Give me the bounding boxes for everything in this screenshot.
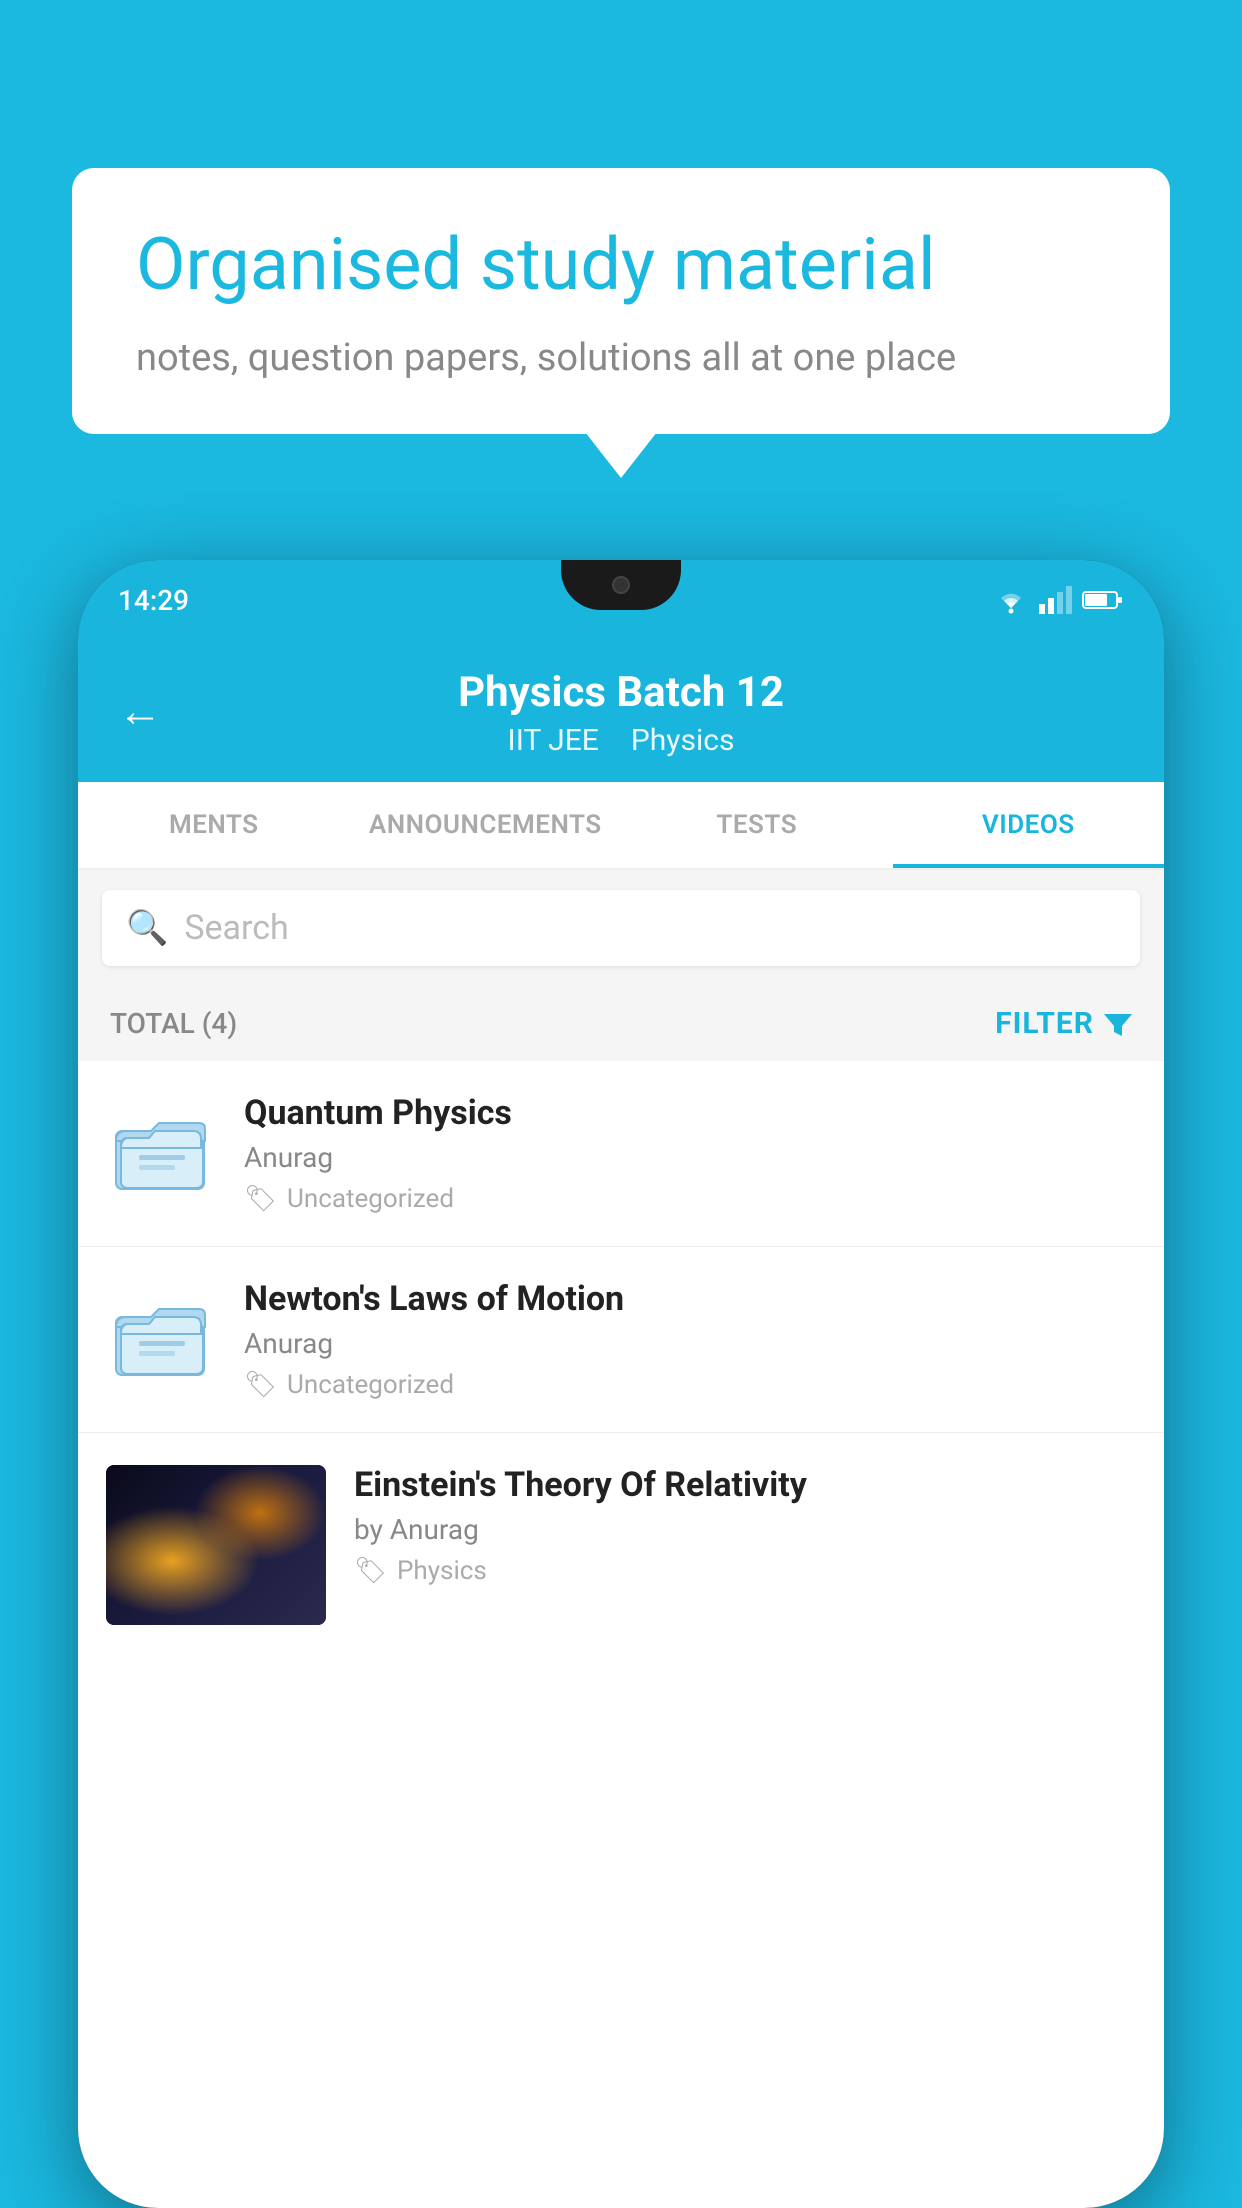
list-item[interactable]: Newton's Laws of Motion Anurag 🏷 Uncateg… bbox=[78, 1247, 1164, 1433]
status-time: 14:29 bbox=[118, 584, 189, 617]
filter-label: FILTER bbox=[995, 1006, 1094, 1041]
tag-label-3: Physics bbox=[397, 1556, 487, 1586]
video-tag-3: 🏷 Physics bbox=[354, 1556, 1136, 1586]
camera-dot bbox=[612, 576, 630, 594]
batch-subtitle-part2: Physics bbox=[631, 723, 735, 758]
batch-subtitle: IIT JEE Physics bbox=[508, 723, 735, 758]
filter-button[interactable]: FILTER bbox=[995, 1006, 1132, 1041]
video-thumbnail-3 bbox=[106, 1465, 326, 1625]
video-info-1: Quantum Physics Anurag 🏷 Uncategorized bbox=[244, 1093, 1136, 1214]
speech-bubble-subtitle: notes, question papers, solutions all at… bbox=[136, 336, 1106, 380]
video-author-2: Anurag bbox=[244, 1327, 1136, 1360]
app-header: ← Physics Batch 12 IIT JEE Physics bbox=[78, 640, 1164, 782]
video-author-1: Anurag bbox=[244, 1141, 1136, 1174]
tabs-bar: MENTS ANNOUNCEMENTS TESTS VIDEOS bbox=[78, 782, 1164, 870]
search-container: 🔍 Search bbox=[78, 870, 1164, 986]
tab-videos[interactable]: VIDEOS bbox=[893, 782, 1165, 868]
folder-thumbnail-1 bbox=[106, 1093, 216, 1203]
search-icon: 🔍 bbox=[126, 908, 168, 948]
filter-icon bbox=[1104, 1010, 1132, 1038]
video-tag-2: 🏷 Uncategorized bbox=[244, 1370, 1136, 1400]
video-title-2: Newton's Laws of Motion bbox=[244, 1279, 1136, 1319]
folder-icon bbox=[111, 1284, 211, 1384]
tag-icon-1: 🏷 bbox=[244, 1184, 277, 1214]
folder-icon bbox=[111, 1098, 211, 1198]
tab-ments[interactable]: MENTS bbox=[78, 782, 350, 868]
video-info-3: Einstein's Theory Of Relativity by Anura… bbox=[354, 1465, 1136, 1586]
status-icons bbox=[993, 586, 1124, 614]
back-button[interactable]: ← bbox=[118, 685, 162, 737]
phone-notch bbox=[561, 560, 681, 610]
video-title-3: Einstein's Theory Of Relativity bbox=[354, 1465, 1136, 1505]
signal-icon bbox=[1039, 586, 1072, 614]
search-placeholder: Search bbox=[184, 908, 288, 948]
space-bg bbox=[106, 1465, 326, 1625]
search-bar[interactable]: 🔍 Search bbox=[102, 890, 1140, 966]
video-info-2: Newton's Laws of Motion Anurag 🏷 Uncateg… bbox=[244, 1279, 1136, 1400]
total-count: TOTAL (4) bbox=[110, 1007, 237, 1040]
video-tag-1: 🏷 Uncategorized bbox=[244, 1184, 1136, 1214]
tag-label-1: Uncategorized bbox=[287, 1184, 454, 1214]
folder-thumbnail-2 bbox=[106, 1279, 216, 1389]
filter-row: TOTAL (4) FILTER bbox=[78, 986, 1164, 1061]
batch-title: Physics Batch 12 bbox=[458, 668, 784, 717]
tag-icon-3: 🏷 bbox=[354, 1556, 387, 1586]
list-item[interactable]: Einstein's Theory Of Relativity by Anura… bbox=[78, 1433, 1164, 1657]
video-title-1: Quantum Physics bbox=[244, 1093, 1136, 1133]
app-screen: ← Physics Batch 12 IIT JEE Physics MENTS… bbox=[78, 640, 1164, 2208]
wifi-icon bbox=[993, 586, 1029, 614]
video-list: Quantum Physics Anurag 🏷 Uncategorized bbox=[78, 1061, 1164, 1657]
video-author-3: by Anurag bbox=[354, 1513, 1136, 1546]
speech-bubble: Organised study material notes, question… bbox=[72, 168, 1170, 434]
tab-tests[interactable]: TESTS bbox=[621, 782, 893, 868]
list-item[interactable]: Quantum Physics Anurag 🏷 Uncategorized bbox=[78, 1061, 1164, 1247]
batch-subtitle-part1: IIT JEE bbox=[508, 723, 599, 758]
tag-label-2: Uncategorized bbox=[287, 1370, 454, 1400]
speech-bubble-wrapper: Organised study material notes, question… bbox=[72, 168, 1170, 434]
status-bar: 14:29 bbox=[78, 560, 1164, 640]
battery-icon bbox=[1082, 589, 1124, 611]
tab-announcements[interactable]: ANNOUNCEMENTS bbox=[350, 782, 622, 868]
speech-bubble-title: Organised study material bbox=[136, 222, 1106, 308]
phone-frame: 14:29 bbox=[78, 560, 1164, 2208]
tag-icon-2: 🏷 bbox=[244, 1370, 277, 1400]
